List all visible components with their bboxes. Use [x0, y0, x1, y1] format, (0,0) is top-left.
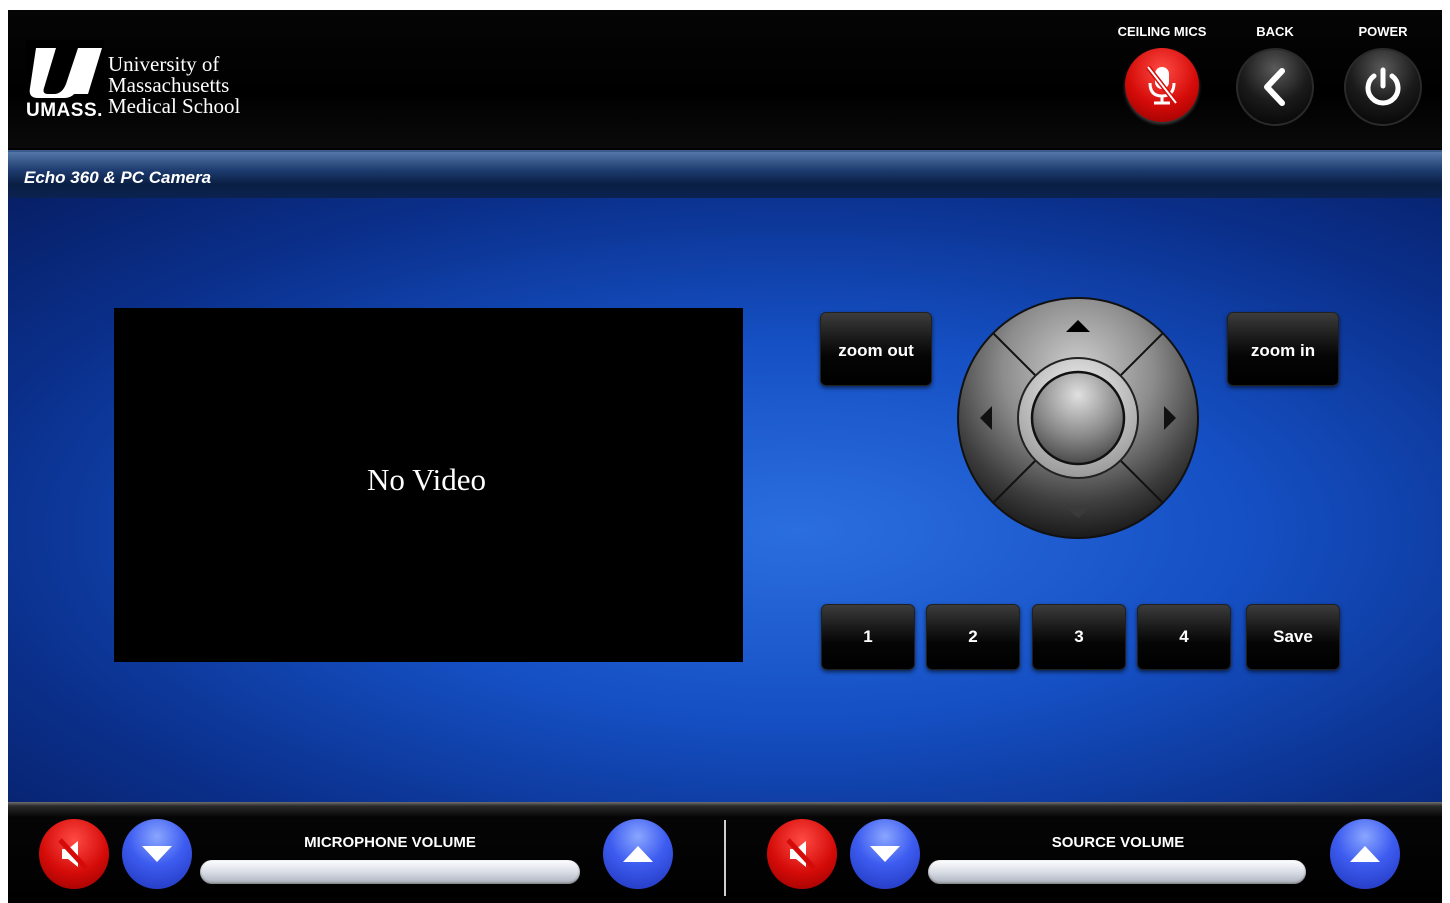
header: UMASS. University of Massachusetts Medic…: [8, 10, 1442, 148]
triangle-down-icon: [142, 846, 172, 862]
triangle-down-icon: [870, 846, 900, 862]
umass-logo: UMASS. University of Massachusetts Medic…: [26, 36, 271, 126]
chevron-left-icon: [1264, 68, 1285, 106]
ceiling-mics-button[interactable]: CEILING MICS: [1117, 24, 1207, 122]
preset-3-label: 3: [1074, 627, 1084, 646]
video-preview: No Video: [114, 308, 743, 662]
source-mute-button[interactable]: [767, 819, 837, 889]
preset-4-label: 4: [1179, 627, 1189, 646]
logo-line-3: Medical School: [108, 94, 241, 118]
mic-volume-label: MICROPHONE VOLUME: [304, 834, 476, 851]
control-panel: UMASS. University of Massachusetts Medic…: [8, 10, 1442, 903]
mic-volume-bar[interactable]: [200, 860, 580, 884]
preset-1-button[interactable]: 1: [821, 604, 915, 670]
page-title-bar: Echo 360 & PC Camera: [8, 150, 1442, 198]
preset-1-label: 1: [863, 627, 873, 646]
preset-2-button[interactable]: 2: [926, 604, 1020, 670]
screen-frame: UMASS. University of Massachusetts Medic…: [0, 0, 1450, 903]
dpad-center-button[interactable]: [1030, 370, 1126, 466]
mic-mute-button[interactable]: [39, 819, 109, 889]
zoom-out-label: zoom out: [838, 341, 914, 360]
pan-tilt-dpad[interactable]: [956, 296, 1200, 540]
back-label: BACK: [1256, 24, 1294, 39]
speaker-muted-icon: [58, 838, 88, 870]
umass-logo-mark: [26, 40, 104, 98]
ceiling-mics-label: CEILING MICS: [1117, 24, 1207, 39]
preset-2-label: 2: [968, 627, 978, 646]
source-volume-bar[interactable]: [928, 860, 1306, 884]
logo-umass-text: UMASS.: [26, 100, 103, 121]
back-button[interactable]: BACK: [1230, 24, 1320, 126]
source-volume-label: SOURCE VOLUME: [1051, 834, 1185, 851]
preset-4-button[interactable]: 4: [1137, 604, 1231, 670]
source-volume-down-button[interactable]: [850, 819, 920, 889]
power-button[interactable]: POWER: [1338, 24, 1428, 126]
save-preset-button[interactable]: Save: [1246, 604, 1340, 670]
source-volume-up-button[interactable]: [1330, 819, 1400, 889]
video-placeholder-text: No Video: [367, 462, 486, 497]
triangle-up-icon: [623, 846, 653, 862]
speaker-muted-icon: [786, 838, 816, 870]
preset-3-button[interactable]: 3: [1032, 604, 1126, 670]
power-icon: [1365, 67, 1401, 106]
save-preset-label: Save: [1273, 627, 1313, 646]
mic-volume-up-button[interactable]: [603, 819, 673, 889]
volume-footer: MICROPHONE VOLUME SOURCE VOLUME: [8, 802, 1442, 903]
power-circle[interactable]: [1344, 48, 1422, 126]
power-label: POWER: [1358, 24, 1408, 39]
zoom-out-button[interactable]: zoom out: [820, 312, 932, 386]
mic-volume-down-button[interactable]: [122, 819, 192, 889]
back-circle[interactable]: [1236, 48, 1314, 126]
logo-institution-name: University of Massachusetts Medical Scho…: [108, 54, 240, 117]
camera-control-area: No Video zoom out zoom in 1 2 3 4 Save: [8, 198, 1442, 802]
mic-muted-icon: [1146, 65, 1178, 105]
ceiling-mics-toggle[interactable]: [1125, 48, 1199, 122]
zoom-in-button[interactable]: zoom in: [1227, 312, 1339, 386]
page-title: Echo 360 & PC Camera: [24, 168, 212, 187]
logo-line-1: University of: [108, 52, 220, 76]
triangle-up-icon: [1350, 846, 1380, 862]
footer-divider: [724, 820, 726, 896]
logo-line-2: Massachusetts: [108, 73, 230, 97]
zoom-in-label: zoom in: [1250, 341, 1316, 360]
